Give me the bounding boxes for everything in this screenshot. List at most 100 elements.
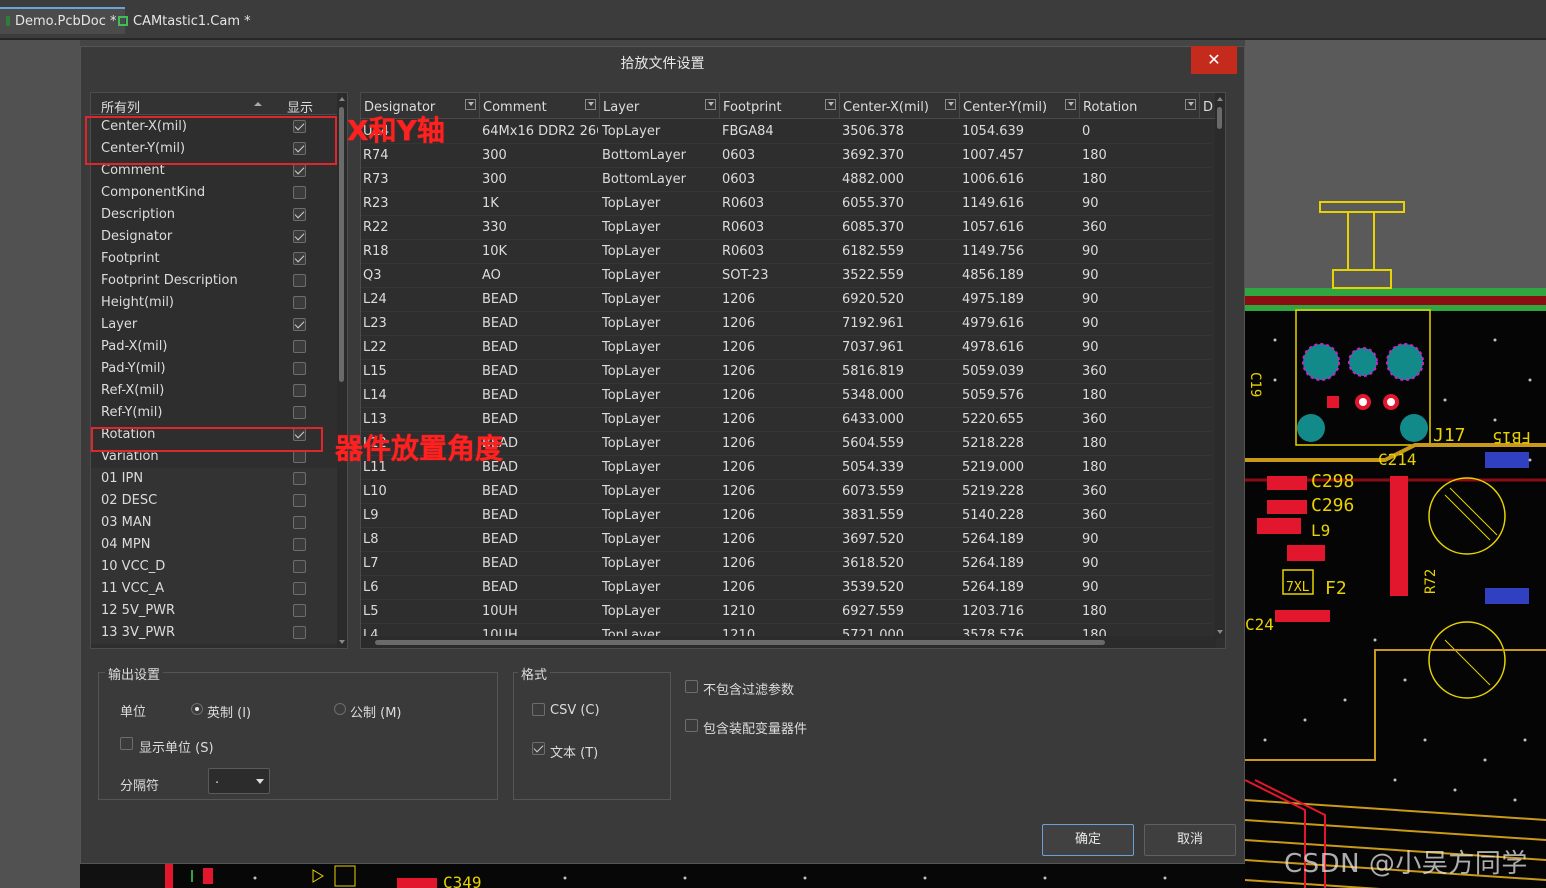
show-column-checkbox[interactable] xyxy=(293,406,306,419)
table-row[interactable]: R73 300 BottomLayer 0603 4882.000 1006.616 180 xyxy=(361,168,1211,192)
scroll-down-icon[interactable] xyxy=(339,640,345,644)
show-units-label[interactable]: 显示单位 (S) xyxy=(139,737,214,756)
column-list-item[interactable]: Footprint Description xyxy=(91,270,337,292)
table-row[interactable]: L24 BEAD TopLayer 1206 6920.520 4975.189 90 xyxy=(361,288,1211,312)
grid-column-header[interactable]: Footprint xyxy=(720,93,840,119)
show-column-checkbox[interactable] xyxy=(293,384,306,397)
text-checkbox[interactable] xyxy=(532,742,545,755)
column-list-item[interactable]: 04 MPN xyxy=(91,534,337,556)
grid-column-header[interactable]: Rotation xyxy=(1080,93,1200,119)
tab-camtastic[interactable]: CAMtastic1.Cam * xyxy=(112,9,259,36)
column-list-item[interactable]: ComponentKind xyxy=(91,182,337,204)
metric-radio[interactable] xyxy=(334,703,346,715)
header-show[interactable]: 显示 xyxy=(287,97,313,116)
table-row[interactable]: Q3 AO TopLayer SOT-23 3522.559 4856.189 90 xyxy=(361,264,1211,288)
table-row[interactable]: L14 BEAD TopLayer 1206 5348.000 5059.576 180 xyxy=(361,384,1211,408)
exclude-filter-checkbox[interactable] xyxy=(685,680,698,693)
column-list-item[interactable]: 10 VCC_D xyxy=(91,556,337,578)
table-row[interactable]: L6 BEAD TopLayer 1206 3539.520 5264.189 90 xyxy=(361,576,1211,600)
filter-icon[interactable] xyxy=(945,99,956,110)
column-list-item[interactable]: Description xyxy=(91,204,337,226)
header-all-columns[interactable]: 所有列 xyxy=(101,97,140,116)
exclude-filter-label[interactable]: 不包含过滤参数 xyxy=(703,679,794,698)
show-column-checkbox[interactable] xyxy=(293,230,306,243)
table-row[interactable]: L23 BEAD TopLayer 1206 7192.961 4979.616 90 xyxy=(361,312,1211,336)
column-list-item[interactable]: 11 VCC_A xyxy=(91,578,337,600)
grid-column-header[interactable]: Layer xyxy=(600,93,720,119)
column-list-item[interactable]: 01 IPN xyxy=(91,468,337,490)
show-column-checkbox[interactable] xyxy=(293,186,306,199)
column-list-item[interactable]: 03 MAN xyxy=(91,512,337,534)
column-list-item[interactable]: Height(mil) xyxy=(91,292,337,314)
show-column-checkbox[interactable] xyxy=(293,164,306,177)
table-row[interactable]: L15 BEAD TopLayer 1206 5816.819 5059.039 360 xyxy=(361,360,1211,384)
show-column-checkbox[interactable] xyxy=(293,340,306,353)
show-column-checkbox[interactable] xyxy=(293,318,306,331)
imperial-radio[interactable] xyxy=(191,703,203,715)
column-list-item[interactable]: Ref-X(mil) xyxy=(91,380,337,402)
cancel-button[interactable]: 取消 xyxy=(1144,824,1236,856)
include-variants-checkbox[interactable] xyxy=(685,719,698,732)
metric-label[interactable]: 公制 (M) xyxy=(350,702,402,721)
table-row[interactable]: R23 1K TopLayer R0603 6055.370 1149.616 90 xyxy=(361,192,1211,216)
tab-demo-pcbdoc[interactable]: Demo.PcbDoc * xyxy=(0,7,125,34)
table-row[interactable]: R74 300 BottomLayer 0603 3692.370 1007.457 180 xyxy=(361,144,1211,168)
show-column-checkbox[interactable] xyxy=(293,604,306,617)
column-list-item[interactable]: Layer xyxy=(91,314,337,336)
column-list-item[interactable]: Ref-Y(mil) xyxy=(91,402,337,424)
column-list-item[interactable]: 02 DESC xyxy=(91,490,337,512)
table-row[interactable]: R18 10K TopLayer R0603 6182.559 1149.756 90 xyxy=(361,240,1211,264)
table-row[interactable]: L8 BEAD TopLayer 1206 3697.520 5264.189 90 xyxy=(361,528,1211,552)
filter-icon[interactable] xyxy=(1065,99,1076,110)
grid-column-header[interactable]: Center-X(mil) xyxy=(840,93,960,119)
filter-icon[interactable] xyxy=(465,99,476,110)
grid-column-header[interactable]: Center-Y(mil) xyxy=(960,93,1080,119)
csv-label[interactable]: CSV (C) xyxy=(550,703,600,718)
show-column-checkbox[interactable] xyxy=(293,362,306,375)
column-list-scrollbar[interactable] xyxy=(337,93,347,648)
scroll-thumb[interactable] xyxy=(375,640,1105,645)
show-column-checkbox[interactable] xyxy=(293,472,306,485)
show-column-checkbox[interactable] xyxy=(293,626,306,639)
close-button[interactable]: ✕ xyxy=(1191,46,1237,74)
scroll-up-icon[interactable] xyxy=(339,97,345,101)
column-list-item[interactable]: Designator xyxy=(91,226,337,248)
show-column-checkbox[interactable] xyxy=(293,208,306,221)
show-units-checkbox[interactable] xyxy=(120,737,133,750)
filter-icon[interactable] xyxy=(825,99,836,110)
ok-button[interactable]: 确定 xyxy=(1042,824,1134,856)
column-list-item[interactable]: 13 3V_PWR xyxy=(91,622,337,644)
table-row[interactable]: L7 BEAD TopLayer 1206 3618.520 5264.189 90 xyxy=(361,552,1211,576)
show-column-checkbox[interactable] xyxy=(293,296,306,309)
table-row[interactable]: L22 BEAD TopLayer 1206 7037.961 4978.616 90 xyxy=(361,336,1211,360)
column-list-item[interactable]: 12 5V_PWR xyxy=(91,600,337,622)
show-column-checkbox[interactable] xyxy=(293,538,306,551)
table-row[interactable]: L9 BEAD TopLayer 1206 3831.559 5140.228 360 xyxy=(361,504,1211,528)
csv-checkbox[interactable] xyxy=(532,703,545,716)
column-list-item[interactable]: Pad-X(mil) xyxy=(91,336,337,358)
show-column-checkbox[interactable] xyxy=(293,274,306,287)
show-column-checkbox[interactable] xyxy=(293,582,306,595)
show-column-checkbox[interactable] xyxy=(293,252,306,265)
table-row[interactable]: U14 64Mx16 DDR2 266 TopLayer FBGA84 3506.378… xyxy=(361,120,1211,144)
include-variants-label[interactable]: 包含装配变量器件 xyxy=(703,718,807,737)
filter-icon[interactable] xyxy=(1185,99,1196,110)
filter-icon[interactable] xyxy=(585,99,596,110)
text-label[interactable]: 文本 (T) xyxy=(550,742,598,761)
grid-vertical-scrollbar[interactable] xyxy=(1215,93,1225,638)
table-row[interactable]: R22 330 TopLayer R0603 6085.370 1057.616 360 xyxy=(361,216,1211,240)
table-row[interactable]: L10 BEAD TopLayer 1206 6073.559 5219.228 360 xyxy=(361,480,1211,504)
show-column-checkbox[interactable] xyxy=(293,516,306,529)
scroll-up-icon[interactable] xyxy=(1217,97,1223,101)
column-list-item[interactable]: Footprint xyxy=(91,248,337,270)
scroll-down-icon[interactable] xyxy=(1217,630,1223,634)
table-row[interactable]: L5 10UH TopLayer 1210 6927.559 1203.716 180 xyxy=(361,600,1211,624)
scroll-thumb[interactable] xyxy=(1217,107,1222,129)
show-column-checkbox[interactable] xyxy=(293,560,306,573)
filter-icon[interactable] xyxy=(705,99,716,110)
scroll-thumb[interactable] xyxy=(339,107,344,382)
column-list-item[interactable]: Pad-Y(mil) xyxy=(91,358,337,380)
imperial-label[interactable]: 英制 (I) xyxy=(207,702,251,721)
show-column-checkbox[interactable] xyxy=(293,494,306,507)
grid-horizontal-scrollbar[interactable] xyxy=(361,636,1216,648)
